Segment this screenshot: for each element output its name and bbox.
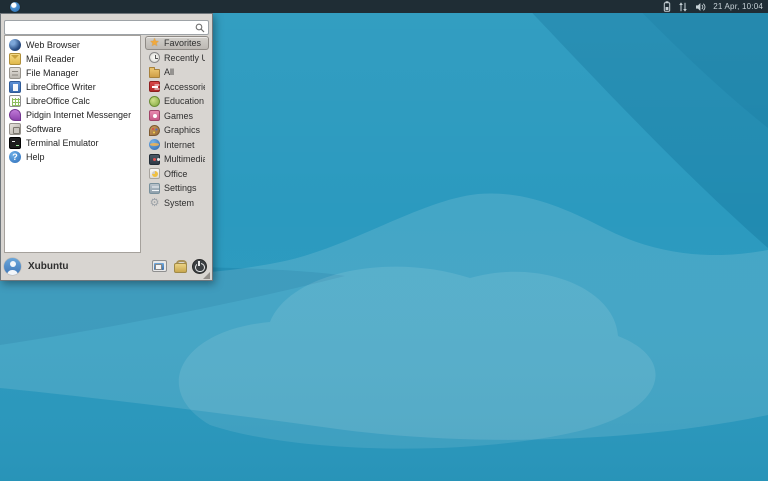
lock-screen-button[interactable] bbox=[169, 257, 189, 275]
xubuntu-logo-icon bbox=[10, 1, 20, 12]
category-recently-used[interactable]: Recently Used bbox=[145, 51, 209, 65]
menu-item-label: Help bbox=[26, 152, 45, 162]
menu-item-software[interactable]: Software bbox=[5, 122, 140, 136]
category-label: Recently Used bbox=[164, 52, 205, 63]
chat-bubble-icon bbox=[9, 109, 21, 121]
menu-item-label: Web Browser bbox=[26, 40, 80, 50]
category-multimedia[interactable]: Multimedia bbox=[145, 152, 209, 166]
category-label: Favorites bbox=[164, 38, 202, 48]
menu-item-libreoffice-writer[interactable]: LibreOffice Writer bbox=[5, 80, 140, 94]
gamepad-icon bbox=[149, 110, 160, 121]
category-system[interactable]: System bbox=[145, 196, 209, 210]
menu-item-pidgin[interactable]: Pidgin Internet Messenger bbox=[5, 108, 140, 122]
volume-icon[interactable] bbox=[695, 0, 706, 13]
menu-item-web-browser[interactable]: Web Browser bbox=[5, 38, 140, 52]
resize-grip[interactable] bbox=[203, 272, 210, 279]
category-label: Office bbox=[164, 168, 188, 179]
menu-item-label: Software bbox=[26, 124, 62, 134]
category-label: Accessories bbox=[164, 81, 205, 92]
category-education[interactable]: Education bbox=[145, 94, 209, 108]
folder-icon bbox=[149, 66, 160, 78]
writer-document-icon bbox=[9, 81, 21, 93]
category-list: Favorites Recently Used All Accessories … bbox=[145, 35, 209, 253]
accessories-knife-icon bbox=[149, 81, 160, 92]
settings-sliders-icon bbox=[149, 182, 160, 194]
category-label: System bbox=[164, 197, 195, 208]
category-label: Graphics bbox=[164, 125, 201, 135]
battery-icon[interactable] bbox=[663, 0, 671, 13]
star-icon bbox=[149, 38, 160, 49]
menu-item-label: LibreOffice Calc bbox=[26, 96, 90, 106]
category-label: Games bbox=[164, 110, 194, 121]
username: Xubuntu bbox=[28, 260, 69, 272]
software-box-icon bbox=[9, 123, 21, 135]
envelope-icon bbox=[9, 53, 21, 65]
menu-item-label: Pidgin Internet Messenger bbox=[26, 110, 132, 120]
menu-item-help[interactable]: Help bbox=[5, 150, 140, 164]
category-all[interactable]: All bbox=[145, 65, 209, 79]
whisker-menu-button[interactable] bbox=[5, 0, 25, 13]
clock-icon bbox=[149, 52, 160, 63]
menu-item-mail-reader[interactable]: Mail Reader bbox=[5, 52, 140, 66]
menu-item-label: Terminal Emulator bbox=[26, 138, 99, 148]
category-internet[interactable]: Internet bbox=[145, 138, 209, 152]
category-label: Settings bbox=[164, 183, 197, 193]
menu-item-label: LibreOffice Writer bbox=[26, 82, 96, 92]
menu-item-label: Mail Reader bbox=[26, 54, 75, 64]
user-avatar-icon bbox=[4, 257, 21, 275]
category-label: Education bbox=[164, 96, 205, 106]
category-settings[interactable]: Settings bbox=[145, 181, 209, 195]
education-icon bbox=[149, 95, 160, 107]
menu-footer: Xubuntu bbox=[4, 255, 210, 279]
category-label: Internet bbox=[164, 139, 195, 150]
panel-clock[interactable]: 21 Apr, 10:04 bbox=[713, 0, 763, 13]
category-games[interactable]: Games bbox=[145, 109, 209, 123]
search-input[interactable] bbox=[4, 19, 209, 35]
lock-screen-icon bbox=[173, 259, 187, 273]
globe-icon bbox=[9, 39, 21, 51]
application-list: Web Browser Mail Reader File Manager Lib… bbox=[4, 35, 141, 253]
system-gear-icon bbox=[149, 197, 160, 208]
palette-icon bbox=[149, 124, 160, 136]
internet-globe-icon bbox=[149, 139, 160, 150]
office-chart-icon bbox=[149, 168, 160, 179]
menu-item-terminal-emulator[interactable]: Terminal Emulator bbox=[5, 136, 140, 150]
calc-spreadsheet-icon bbox=[9, 95, 21, 107]
menu-body: Web Browser Mail Reader File Manager Lib… bbox=[4, 35, 209, 253]
category-favorites[interactable]: Favorites bbox=[145, 36, 209, 50]
category-label: Multimedia bbox=[164, 154, 205, 164]
menu-item-libreoffice-calc[interactable]: LibreOffice Calc bbox=[5, 94, 140, 108]
search-icon bbox=[195, 20, 205, 32]
system-tray: 21 Apr, 10:04 bbox=[663, 0, 763, 13]
whisker-menu: Web Browser Mail Reader File Manager Lib… bbox=[0, 13, 213, 281]
menu-item-file-manager[interactable]: File Manager bbox=[5, 66, 140, 80]
help-question-icon bbox=[9, 151, 21, 163]
category-label: All bbox=[164, 67, 175, 77]
file-cabinet-icon bbox=[9, 67, 21, 79]
menu-item-label: File Manager bbox=[26, 68, 79, 78]
network-icon[interactable] bbox=[678, 0, 688, 13]
category-accessories[interactable]: Accessories bbox=[145, 80, 209, 94]
terminal-icon bbox=[9, 137, 21, 149]
all-settings-button[interactable] bbox=[149, 257, 169, 275]
all-settings-window-icon bbox=[151, 260, 167, 272]
category-graphics[interactable]: Graphics bbox=[145, 123, 209, 137]
category-office[interactable]: Office bbox=[145, 167, 209, 181]
search-row bbox=[4, 17, 209, 35]
top-panel: 21 Apr, 10:04 bbox=[0, 0, 768, 13]
multimedia-icon bbox=[149, 153, 160, 165]
